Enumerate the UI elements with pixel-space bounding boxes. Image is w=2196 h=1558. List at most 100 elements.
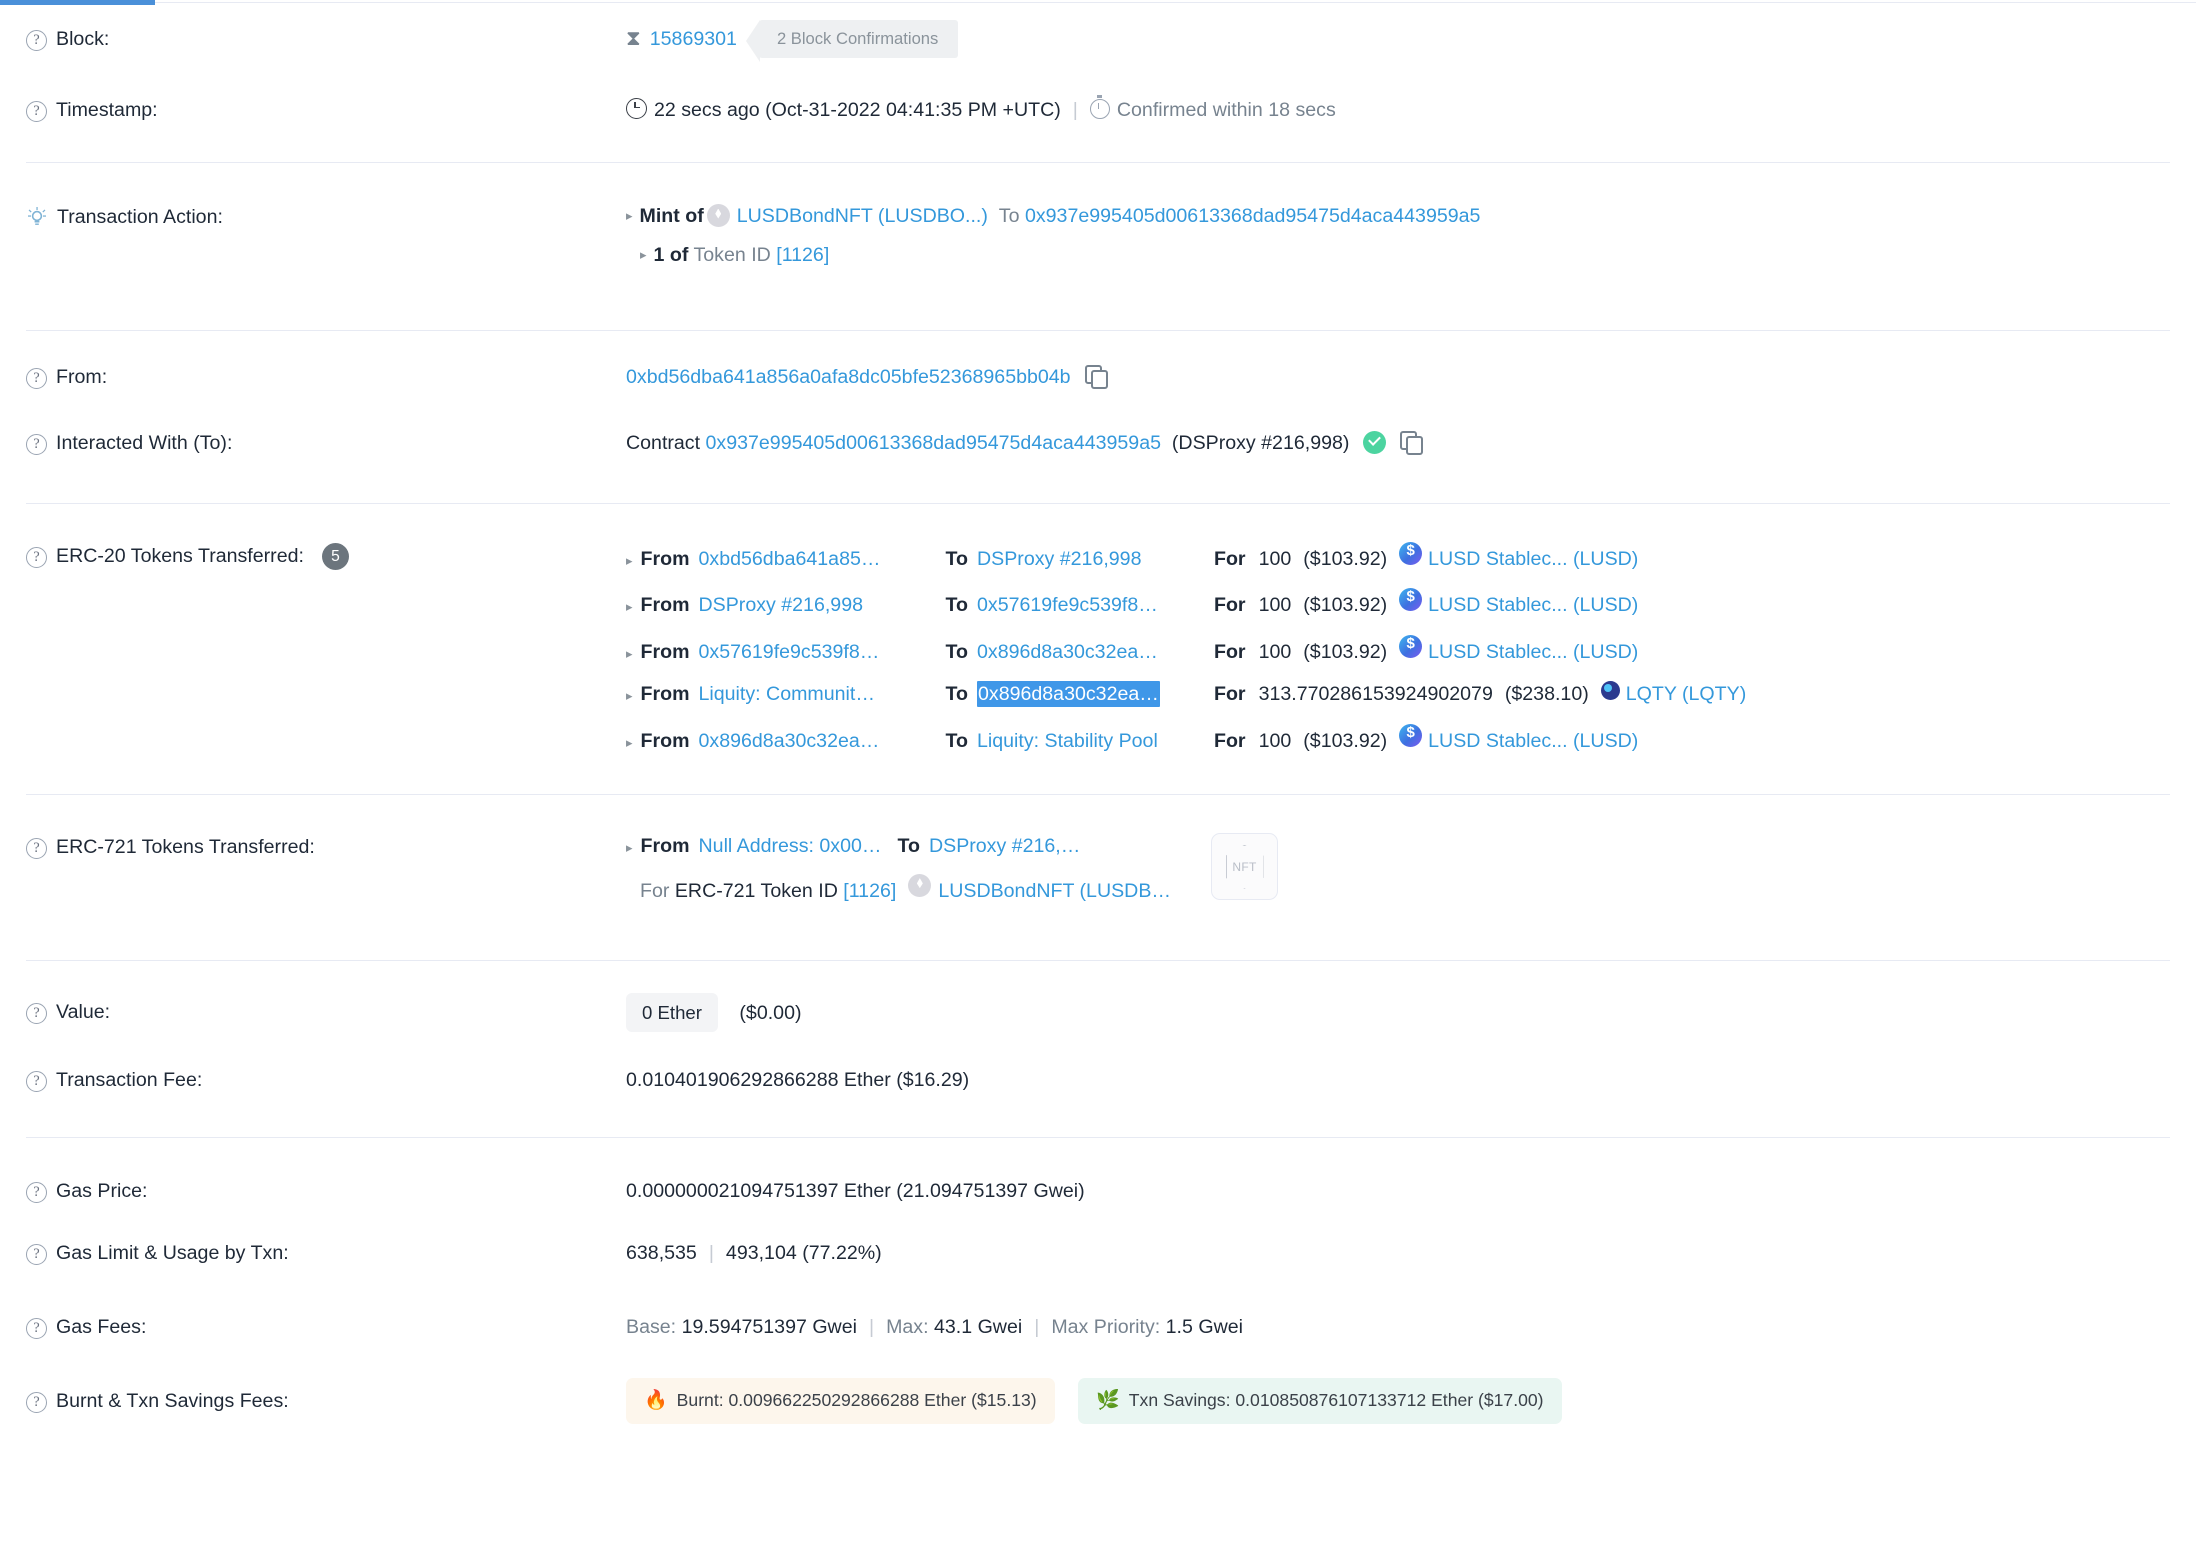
to-word: To	[945, 729, 968, 752]
help-icon[interactable]: ?	[26, 838, 47, 860]
token-id-link[interactable]: [1126]	[776, 244, 829, 266]
erc20-to-cell: DSProxy #216,998	[977, 546, 1214, 572]
erc20-to-link[interactable]: DSProxy #216,998	[977, 548, 1141, 570]
nft-hex-icon: NFT	[1225, 844, 1264, 889]
help-icon[interactable]: ?	[26, 1003, 47, 1025]
nft-token-icon	[706, 204, 730, 227]
erc20-token-link[interactable]: LQTY (LQTY)	[1626, 681, 1747, 707]
erc20-amount: 100	[1258, 594, 1292, 617]
chevron-right-icon[interactable]: ▸	[626, 645, 633, 663]
help-icon[interactable]: ?	[26, 1071, 47, 1093]
gas-max-label: Max:	[886, 1315, 929, 1338]
erc20-to-link-selected[interactable]: 0x896d8a30c32ea…	[977, 681, 1160, 708]
from-word: From	[640, 729, 690, 752]
row-interacted-with-label-wrap: ? Interacted With (To):	[26, 429, 626, 456]
erc20-to-link[interactable]: 0x57619fe9c539f8…	[977, 594, 1158, 616]
erc20-usd-value: ($103.92)	[1303, 594, 1388, 617]
erc721-from-link[interactable]: Null Address: 0x00…	[699, 833, 882, 859]
erc20-token-link[interactable]: LUSD Stablec... (LUSD)	[1428, 592, 1638, 618]
mint-to-address-link[interactable]: 0x937e995405d00613368dad95475d4aca443959…	[1025, 205, 1480, 227]
copy-icon[interactable]	[1400, 430, 1424, 455]
help-icon[interactable]: ?	[26, 101, 47, 123]
erc20-from-link[interactable]: 0x896d8a30c32ea…	[699, 730, 880, 752]
copy-icon[interactable]	[1084, 364, 1108, 389]
erc20-from-link[interactable]: 0x57619fe9c539f8…	[699, 641, 880, 663]
row-gas-limit-label-wrap: ? Gas Limit & Usage by Txn:	[26, 1239, 626, 1266]
chevron-right-icon[interactable]: ▸	[626, 598, 633, 616]
row-transaction-action-label-wrap: Transaction Action:	[26, 203, 626, 230]
txn-savings-text: Txn Savings: 0.010850876107133712 Ether …	[1128, 1390, 1544, 1411]
erc20-transfer-row: ▸ From Liquity: Communit… To 0x896d8a30c32ea…	[626, 681, 2170, 708]
chevron-right-icon[interactable]: ▸	[626, 734, 633, 752]
from-address-link[interactable]: 0xbd56dba641a856a0afa8dc05bfe52368965bb0…	[626, 366, 1071, 388]
erc721-transfer-line-1: ▸ From Null Address: 0x00… To DSProxy #2…	[626, 833, 1171, 859]
help-icon[interactable]: ?	[26, 547, 47, 568]
help-icon[interactable]: ?	[26, 1182, 47, 1204]
row-value-content: 0 Ether ($0.00)	[626, 992, 2170, 1032]
interacted-with-address-link[interactable]: 0x937e995405d00613368dad95475d4aca443959…	[706, 432, 1161, 454]
erc20-token-link[interactable]: LUSD Stablec... (LUSD)	[1428, 546, 1638, 572]
erc721-to-link[interactable]: DSProxy #216,…	[929, 833, 1080, 859]
erc721-token-link[interactable]: LUSDBondNFT (LUSDB…	[938, 878, 1171, 904]
help-icon[interactable]: ?	[26, 434, 47, 456]
lusd-token-icon	[1399, 634, 1423, 658]
to-word: To	[945, 683, 968, 706]
to-word: To	[945, 594, 968, 617]
transaction-details-page: ? Block: ⧗ 15869301 2 Block Confirmation…	[0, 0, 2196, 1558]
minted-token-link[interactable]: LUSDBondNFT (LUSDBO...)	[737, 205, 988, 227]
row-gas-limit-value: 638,535 | 493,104 (77.22%)	[626, 1240, 2170, 1266]
row-value: ? Value: 0 Ether ($0.00)	[0, 961, 2196, 1041]
row-gas-limit-label: Gas Limit & Usage by Txn:	[56, 1242, 289, 1265]
erc20-usd-value: ($238.10)	[1504, 683, 1589, 706]
help-icon[interactable]: ?	[26, 1244, 47, 1266]
erc20-to-link[interactable]: 0x896d8a30c32ea…	[977, 641, 1158, 663]
erc20-from-link[interactable]: 0xbd56dba641a85…	[699, 548, 881, 570]
chevron-right-icon[interactable]: ▸	[626, 839, 633, 857]
erc20-from-link[interactable]: Liquity: Communit…	[699, 683, 875, 705]
erc20-to-cell: 0x896d8a30c32ea…	[977, 639, 1214, 665]
help-icon[interactable]: ?	[26, 1318, 47, 1340]
erc20-from-link[interactable]: DSProxy #216,998	[699, 594, 863, 616]
erc20-from-cell: Liquity: Communit…	[699, 681, 946, 707]
chevron-right-icon[interactable]: ▸	[626, 207, 633, 225]
help-icon[interactable]: ?	[26, 1392, 47, 1414]
erc20-token-link[interactable]: LUSD Stablec... (LUSD)	[1428, 639, 1638, 665]
active-tab-indicator	[0, 0, 155, 5]
block-number-link[interactable]: 15869301	[650, 26, 737, 52]
row-burnt-savings-value: 🔥 Burnt: 0.009662250292866288 Ether ($15…	[626, 1378, 2170, 1424]
chevron-right-icon[interactable]: ▸	[626, 552, 633, 570]
leaf-icon: 🌿	[1096, 1390, 1120, 1412]
row-gas-price-value: 0.000000021094751397 Ether (21.094751397…	[626, 1179, 1085, 1202]
nft-preview-placeholder[interactable]: NFT	[1211, 833, 1278, 901]
to-word: To	[998, 205, 1020, 227]
row-from-value: 0xbd56dba641a856a0afa8dc05bfe52368965bb0…	[626, 364, 2170, 390]
gas-max-priority-label: Max Priority:	[1051, 1315, 1161, 1338]
gas-usage-number: 493,104 (77.22%)	[725, 1241, 882, 1264]
stopwatch-icon	[1089, 94, 1110, 119]
erc721-token-id-link[interactable]: [1126]	[843, 878, 896, 904]
row-timestamp: ? Timestamp: 22 secs ago (Oct-31-2022 04…	[0, 72, 2196, 148]
fire-icon: 🔥	[644, 1390, 668, 1412]
row-transaction-fee-label-wrap: ? Transaction Fee:	[26, 1066, 626, 1093]
chevron-right-icon[interactable]: ▸	[626, 687, 633, 705]
txn-savings-chip: 🌿 Txn Savings: 0.010850876107133712 Ethe…	[1078, 1378, 1562, 1424]
help-icon[interactable]: ?	[26, 368, 47, 390]
row-gas-fees-value: Base: 19.594751397 Gwei | Max: 43.1 Gwei | M…	[626, 1314, 2170, 1340]
divider-pipe: |	[1034, 1315, 1040, 1338]
erc20-transfer-row: ▸ From DSProxy #216,998 To 0x57619fe9c539f8……	[626, 587, 2170, 618]
help-icon[interactable]: ?	[26, 30, 47, 52]
erc20-amount: 100	[1258, 548, 1292, 570]
row-block: ? Block: ⧗ 15869301 2 Block Confirmation…	[0, 6, 2196, 72]
from-word: From	[640, 594, 690, 617]
from-word: From	[640, 640, 690, 663]
erc20-token-link[interactable]: LUSD Stablec... (LUSD)	[1428, 728, 1638, 754]
row-erc721-transfers: ? ERC-721 Tokens Transferred: ▸ From Nul…	[0, 795, 2196, 920]
erc20-to-link[interactable]: Liquity: Stability Pool	[977, 730, 1158, 752]
row-timestamp-label-wrap: ? Timestamp:	[26, 96, 626, 123]
ether-value-chip: 0 Ether	[626, 992, 718, 1032]
hourglass-icon: ⧗	[626, 27, 641, 51]
lusd-token-icon	[1399, 541, 1423, 565]
lightbulb-icon	[26, 207, 48, 229]
from-word: From	[640, 835, 690, 858]
chevron-right-icon[interactable]: ▸	[640, 246, 647, 264]
